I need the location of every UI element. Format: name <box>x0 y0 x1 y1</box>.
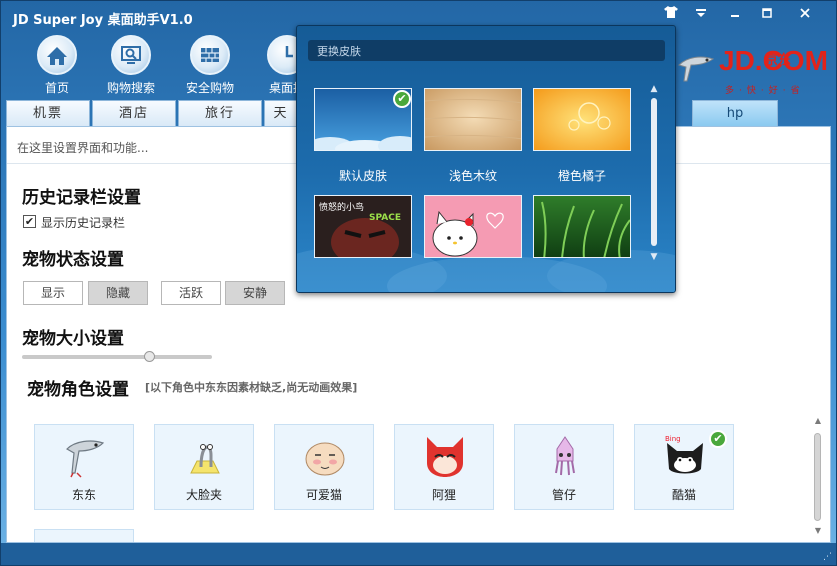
toolbar-safe-shopping[interactable]: 安全购物 <box>174 31 246 96</box>
tab-hotels[interactable]: 酒店 <box>92 100 176 126</box>
scroll-down-icon[interactable]: ▼ <box>648 252 660 262</box>
skin-panel-scrollbar[interactable]: ▲ ▼ <box>648 84 660 264</box>
show-history-checkbox[interactable]: ✔ <box>23 215 36 228</box>
minimize-icon <box>730 7 740 22</box>
ali-fox-icon <box>423 433 467 479</box>
pet-size-slider-track[interactable] <box>22 355 212 359</box>
status-bar <box>1 543 836 565</box>
character-name: 可爱猫 <box>305 488 342 502</box>
close-icon <box>800 7 810 22</box>
character-name: 东东 <box>71 488 96 502</box>
skin-thumb-angry-birds[interactable]: 愤怒的小鸟 SPACE <box>314 195 412 258</box>
brand-logo-cn: 京东 <box>765 53 792 68</box>
jd-dog-icon <box>63 433 107 479</box>
cool-cat-icon: Bing <box>663 433 707 479</box>
jd-brand-logo: JD.COM 京东 多·快·好·省 <box>673 43 828 99</box>
skin-thumb-grass[interactable] <box>533 195 631 258</box>
character-name: 阿狸 <box>431 488 456 502</box>
toolbar-safe-shopping-label: 安全购物 <box>185 81 234 95</box>
skin-panel-title: 更换皮肤 <box>317 45 361 58</box>
app-title: JD Super Joy 桌面助手V1.0 <box>13 13 193 28</box>
character-card-paperclip[interactable]: 大脸夹 <box>154 424 254 510</box>
svg-text:愤怒的小鸟: 愤怒的小鸟 <box>319 201 364 213</box>
paperclip-icon <box>183 433 227 479</box>
show-history-label: 显示历史记录栏 <box>41 216 126 230</box>
home-icon <box>37 35 77 75</box>
skin-thumb-wood[interactable] <box>424 88 522 151</box>
character-name: 大脸夹 <box>185 488 222 502</box>
skin-panel-header: 更换皮肤 <box>308 40 665 61</box>
pet-quiet-button[interactable]: 安静 <box>225 281 285 305</box>
toolbar-shop-search[interactable]: 购物搜索 <box>95 31 167 96</box>
toolbar-home-label: 首页 <box>44 81 69 95</box>
toolbar-shop-search-label: 购物搜索 <box>106 81 155 95</box>
skin-label-default: 默认皮肤 <box>338 169 387 183</box>
character-card-squid[interactable]: 管仔 <box>514 424 614 510</box>
minimize-button[interactable] <box>719 5 751 25</box>
search-icon <box>111 35 151 75</box>
cute-cat-icon <box>303 433 347 479</box>
close-button[interactable] <box>789 5 821 25</box>
pet-character-section-title: 宠物角色设置 <box>27 380 129 400</box>
character-name: 管仔 <box>551 488 576 502</box>
brand-slogan: 多·快·好·省 <box>725 86 805 96</box>
toolbar-home[interactable]: 首页 <box>21 31 93 96</box>
history-section-title: 历史记录栏设置 <box>22 188 141 208</box>
dropdown-button[interactable] <box>685 5 717 25</box>
shield-brick-icon <box>190 35 230 75</box>
character-card-cool-cat[interactable]: Bing ✔ 酷猫 <box>634 424 734 510</box>
svg-text:Bing: Bing <box>665 435 681 443</box>
skin-thumb-orange[interactable] <box>533 88 631 151</box>
squid-icon <box>543 433 587 479</box>
character-card-next-row[interactable] <box>34 529 134 542</box>
maximize-button[interactable] <box>751 5 783 25</box>
pet-size-section-title: 宠物大小设置 <box>22 329 124 349</box>
character-card-cute-cat[interactable]: 可爱猫 <box>274 424 374 510</box>
dropdown-icon <box>695 7 707 22</box>
character-card-ali-fox[interactable]: 阿狸 <box>394 424 494 510</box>
settings-description: 在这里设置界面和功能... <box>17 141 149 155</box>
pet-size-slider-thumb[interactable] <box>143 351 155 362</box>
app-window: JD Super Joy 桌面助手V1.0 首页 购物搜索 安全购物 桌面提 J… <box>0 0 837 566</box>
content-scroll-thumb[interactable] <box>814 433 821 521</box>
tab-partial[interactable]: 天 <box>264 100 298 126</box>
selected-check-icon: ✔ <box>709 430 727 448</box>
pet-hide-button[interactable]: 隐藏 <box>88 281 148 305</box>
pet-show-button[interactable]: 显示 <box>23 281 83 305</box>
pet-state-section-title: 宠物状态设置 <box>22 250 124 270</box>
pet-character-note: [以下角色中东东因素材缺乏,尚无动画效果] <box>145 381 358 394</box>
character-card-dongdong[interactable]: 东东 <box>34 424 134 510</box>
skin-thumb-hello-kitty[interactable] <box>424 195 522 258</box>
skin-selected-check-icon: ✔ <box>393 90 411 108</box>
tab-hp[interactable]: hp <box>692 100 778 126</box>
shirt-icon <box>664 6 678 22</box>
skin-button[interactable] <box>655 5 687 25</box>
tab-flights[interactable]: 机票 <box>6 100 90 126</box>
svg-text:SPACE: SPACE <box>369 213 401 223</box>
skin-label-wood: 浅色木纹 <box>448 169 497 183</box>
scroll-down-icon[interactable]: ▼ <box>813 527 823 535</box>
scroll-up-icon[interactable]: ▲ <box>813 417 823 425</box>
content-scrollbar[interactable]: ▲ ▼ <box>813 417 823 537</box>
scroll-up-icon[interactable]: ▲ <box>648 84 660 94</box>
maximize-icon <box>762 7 772 22</box>
skin-picker-panel: 更换皮肤 ✔ 默认皮肤 浅色木纹 橙色橘子 愤怒的小鸟 SPACE ▲ ▼ <box>296 25 676 293</box>
tab-travel[interactable]: 旅行 <box>178 100 262 126</box>
skin-scroll-thumb[interactable] <box>651 98 657 246</box>
pet-active-button[interactable]: 活跃 <box>161 281 221 305</box>
skin-label-orange: 橙色橘子 <box>557 169 606 183</box>
resize-grip-icon[interactable]: ⋰ <box>823 552 832 562</box>
character-name: 酷猫 <box>671 488 696 502</box>
jd-dog-mascot-icon <box>677 51 717 87</box>
